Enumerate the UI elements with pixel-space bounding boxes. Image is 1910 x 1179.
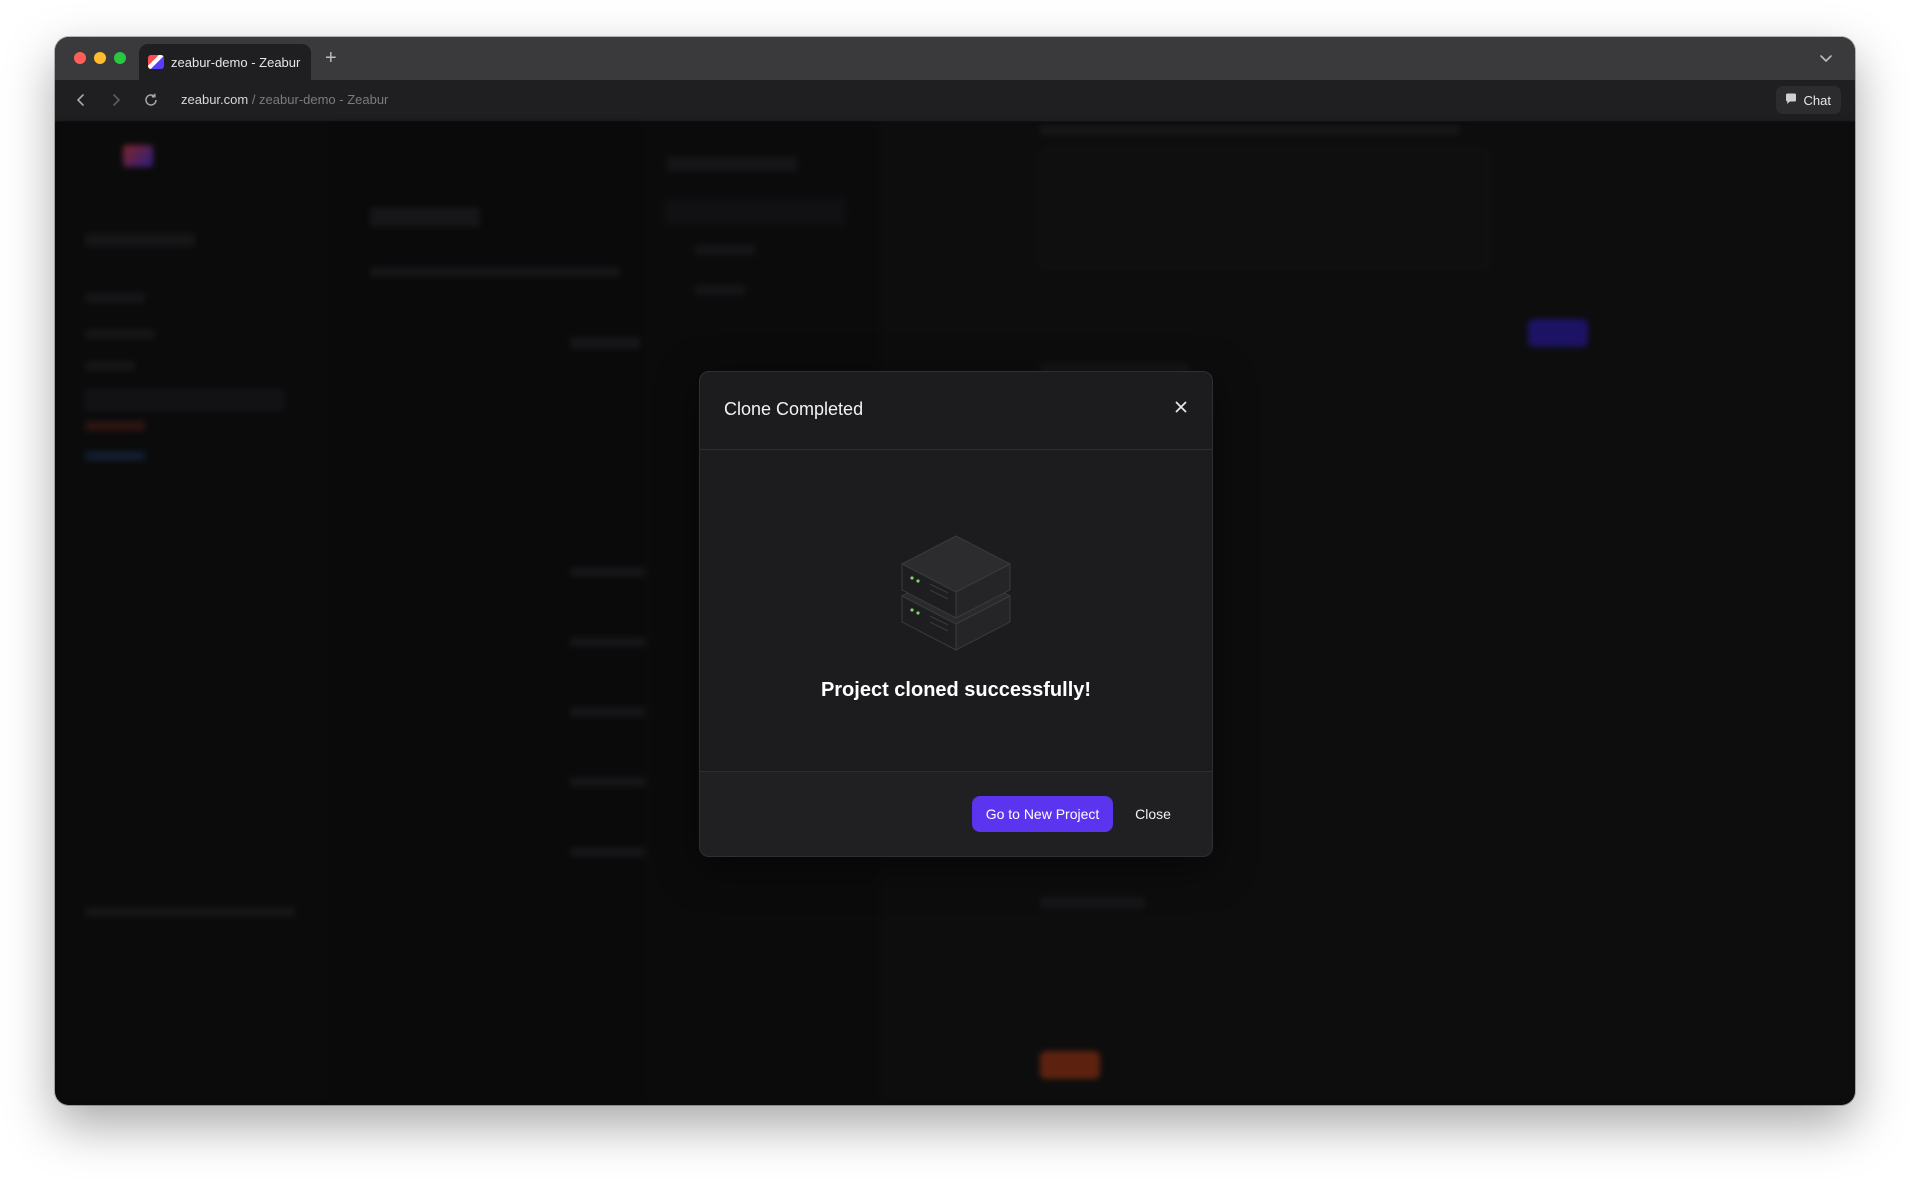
minimize-window-button[interactable]	[94, 52, 106, 64]
forward-arrow-icon[interactable]	[108, 92, 124, 113]
success-message: Project cloned successfully!	[820, 679, 1092, 701]
chat-bubble-icon	[1784, 92, 1798, 109]
address-bar[interactable]: zeabur.com / zeabur-demo - Zeabur	[181, 92, 388, 107]
go-to-new-project-button[interactable]: Go to New Project	[972, 796, 1113, 832]
back-arrow-icon[interactable]	[73, 92, 89, 113]
dialog-header: Clone Completed	[700, 372, 1212, 450]
close-window-button[interactable]	[74, 52, 86, 64]
chat-label: Chat	[1803, 92, 1831, 108]
dialog-body: Project cloned successfully!	[700, 449, 1212, 737]
new-tab-button[interactable]: +	[325, 46, 337, 70]
chat-button[interactable]: Chat	[1775, 86, 1841, 114]
clone-completed-dialog: Clone Completed Project cloned successfu…	[699, 371, 1213, 857]
browser-window: zeabur-demo - Zeabur + zeabur.com / zeab…	[55, 37, 1855, 1105]
close-button[interactable]: Close	[1123, 796, 1183, 832]
reload-icon[interactable]	[143, 92, 159, 113]
url-path: / zeabur-demo - Zeabur	[248, 92, 389, 107]
tab-title: zeabur-demo - Zeabur	[171, 55, 301, 70]
dialog-footer: Go to New Project Close	[700, 771, 1212, 856]
browser-tab[interactable]: zeabur-demo - Zeabur	[139, 44, 311, 80]
dialog-title: Clone Completed	[724, 399, 864, 419]
server-stack-icon	[896, 524, 1016, 659]
maximize-window-button[interactable]	[114, 52, 126, 64]
browser-toolbar: zeabur.com / zeabur-demo - Zeabur Chat	[55, 80, 1855, 122]
zeabur-favicon-icon	[148, 55, 164, 69]
url-domain: zeabur.com	[181, 92, 249, 107]
chevron-down-icon[interactable]	[1819, 51, 1833, 70]
tab-bar: zeabur-demo - Zeabur +	[55, 37, 1855, 80]
close-icon[interactable]	[1168, 394, 1194, 420]
